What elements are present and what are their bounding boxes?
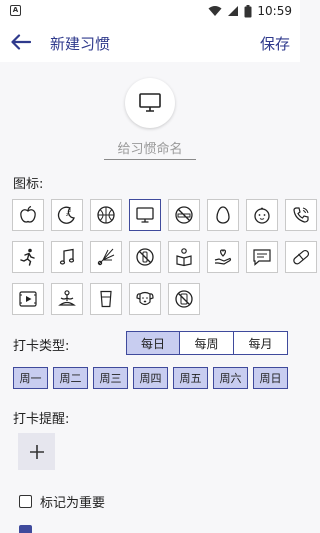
icon-option-heart-hand[interactable] <box>207 241 239 273</box>
app-notification-icon: A <box>10 5 21 16</box>
pill-icon <box>293 249 310 265</box>
icon-option-pill[interactable] <box>285 241 317 273</box>
icon-option-running[interactable] <box>12 241 44 273</box>
important-row[interactable]: 标记为重要 <box>19 492 105 511</box>
plus-icon <box>29 444 44 459</box>
icon-option-ball[interactable] <box>90 199 122 231</box>
status-bar: A 10:59 <box>0 0 300 22</box>
video-icon <box>19 291 37 307</box>
page-title: 新建习惯 <box>50 35 111 53</box>
add-reminder-button[interactable] <box>18 433 55 470</box>
svg-text:z: z <box>69 208 71 213</box>
baby-face-icon <box>254 207 270 224</box>
icon-option-meditation[interactable] <box>51 283 83 315</box>
weekday-selector: 周一 周二 周三 周四 周五 周六 周日 <box>13 367 288 389</box>
icon-option-no-drinks[interactable] <box>129 241 161 273</box>
reminder-label: 打卡提醒: <box>13 412 70 427</box>
icon-grid: zz <box>12 199 317 315</box>
icon-option-baby-face[interactable] <box>246 199 278 231</box>
icon-option-moon[interactable]: zz <box>51 199 83 231</box>
checkin-type-daily[interactable]: 每日 <box>126 331 180 355</box>
weekday-thu[interactable]: 周四 <box>133 367 168 389</box>
icon-option-no-phone[interactable] <box>168 283 200 315</box>
chat-icon <box>253 249 271 266</box>
checkin-type-weekly[interactable]: 每周 <box>179 331 234 355</box>
icon-option-tv[interactable] <box>129 199 161 231</box>
checkin-type-label: 打卡类型: <box>13 339 70 354</box>
extra-option-checkbox[interactable] <box>19 525 32 533</box>
wifi-icon <box>208 6 222 16</box>
arrow-left-icon <box>11 34 31 50</box>
icon-option-reading[interactable] <box>168 241 200 273</box>
icon-option-phone-call[interactable] <box>285 199 317 231</box>
dog-icon <box>136 291 154 306</box>
battery-icon <box>244 4 252 17</box>
checkin-type-monthly[interactable]: 每月 <box>233 331 288 355</box>
icon-option-no-smoking[interactable] <box>168 199 200 231</box>
icon-option-glass[interactable] <box>90 283 122 315</box>
icons-label: 图标: <box>13 177 44 192</box>
status-time: 10:59 <box>257 4 292 18</box>
important-label: 标记为重要 <box>40 496 106 511</box>
status-indicators: 10:59 <box>208 3 292 19</box>
weekday-sat[interactable]: 周六 <box>213 367 248 389</box>
extra-option-row[interactable] <box>19 525 32 533</box>
music-note-icon <box>59 248 75 265</box>
habit-name-field <box>104 138 196 160</box>
icon-option-badminton[interactable] <box>90 241 122 273</box>
weekday-sun[interactable]: 周日 <box>253 367 288 389</box>
tv-icon <box>139 93 161 112</box>
icon-option-music-note[interactable] <box>51 241 83 273</box>
badminton-icon <box>97 248 115 266</box>
ball-icon <box>97 206 115 224</box>
apple-icon <box>20 205 36 223</box>
egg-icon <box>216 206 230 224</box>
no-drinks-icon <box>136 248 154 266</box>
habit-icon-preview[interactable] <box>125 78 175 128</box>
no-smoking-icon <box>175 206 193 224</box>
meditation-icon <box>58 290 76 306</box>
icon-option-chat[interactable] <box>246 241 278 273</box>
phone-call-icon <box>293 207 309 223</box>
heart-hand-icon <box>214 249 232 265</box>
save-button[interactable]: 保存 <box>260 33 290 54</box>
habit-name-input[interactable] <box>104 139 196 160</box>
glass-icon <box>100 290 112 308</box>
moon-icon: zz <box>57 206 75 224</box>
app-bar: 新建习惯 保存 <box>0 22 300 62</box>
signal-icon <box>228 6 239 16</box>
icon-option-video[interactable] <box>12 283 44 315</box>
tv-icon <box>136 207 154 223</box>
icon-option-egg[interactable] <box>207 199 239 231</box>
back-button[interactable] <box>8 30 34 54</box>
reading-icon <box>176 248 192 267</box>
important-checkbox[interactable] <box>19 495 32 508</box>
icon-option-dog[interactable] <box>129 283 161 315</box>
weekday-wed[interactable]: 周三 <box>93 367 128 389</box>
weekday-fri[interactable]: 周五 <box>173 367 208 389</box>
weekday-mon[interactable]: 周一 <box>13 367 48 389</box>
running-icon <box>20 248 35 266</box>
weekday-tue[interactable]: 周二 <box>53 367 88 389</box>
no-phone-icon <box>175 290 193 308</box>
icon-option-apple[interactable] <box>12 199 44 231</box>
